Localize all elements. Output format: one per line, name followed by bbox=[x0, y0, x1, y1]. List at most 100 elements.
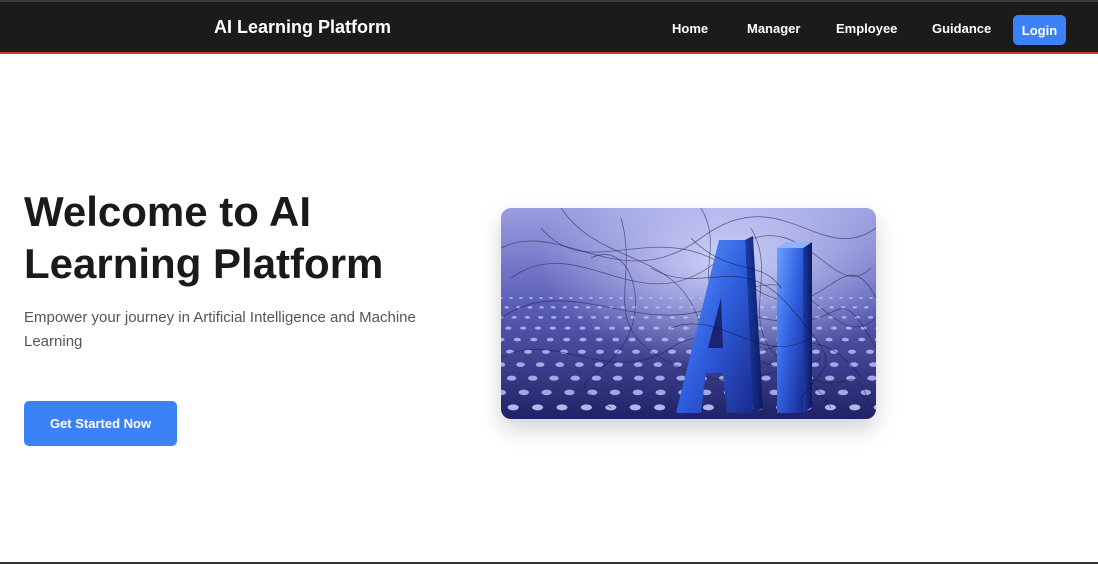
floor-dot bbox=[839, 297, 843, 299]
floor-dot bbox=[575, 362, 584, 367]
nav-link-home[interactable]: Home bbox=[672, 21, 708, 36]
floor-dot bbox=[617, 315, 623, 319]
floor-dot bbox=[816, 326, 823, 330]
floor-dot bbox=[702, 404, 714, 411]
floor-dot bbox=[678, 306, 684, 309]
floor-dot bbox=[634, 375, 644, 381]
floor-dot bbox=[659, 297, 663, 299]
floor-dot bbox=[564, 315, 570, 319]
floor-dot bbox=[530, 337, 538, 342]
ai-hero-image: AI bbox=[501, 208, 876, 419]
floor-dot bbox=[829, 297, 833, 299]
floor-dot bbox=[599, 297, 603, 299]
hero-subtitle: Empower your journey in Artificial Intel… bbox=[24, 309, 416, 350]
floor-dot bbox=[623, 326, 630, 330]
floor-dot bbox=[539, 306, 544, 309]
floor-dot bbox=[638, 326, 645, 330]
floor-dot bbox=[524, 349, 532, 354]
floor-dot bbox=[527, 306, 533, 309]
floor-dot bbox=[849, 297, 853, 299]
floor-dot bbox=[585, 306, 591, 309]
floor-dot bbox=[669, 315, 676, 319]
floor-dot bbox=[829, 362, 839, 367]
floor-dot bbox=[577, 315, 583, 319]
floor-dot bbox=[841, 315, 847, 319]
nav-link-manager[interactable]: Manager bbox=[747, 21, 800, 36]
floor-dot bbox=[841, 337, 849, 342]
floor-dot bbox=[556, 404, 568, 411]
floor-dot bbox=[555, 362, 565, 367]
floor-dot bbox=[594, 362, 604, 367]
floor-dot bbox=[589, 297, 593, 299]
floor-dot bbox=[643, 315, 649, 319]
nav-link-guidance[interactable]: Guidance bbox=[932, 21, 991, 36]
floor-dot bbox=[864, 306, 869, 309]
floor-dot bbox=[541, 389, 552, 396]
brand-title[interactable]: AI Learning Platform bbox=[214, 17, 391, 38]
hero-title: Welcome to AI Learning Platform bbox=[24, 188, 384, 287]
floor-dot bbox=[649, 297, 653, 299]
floor-dot bbox=[532, 404, 544, 411]
floor-dot bbox=[869, 297, 873, 299]
floor-dot bbox=[840, 306, 846, 309]
floor-dot bbox=[546, 337, 554, 342]
get-started-button[interactable]: Get Started Now bbox=[24, 401, 177, 446]
floor-dot bbox=[509, 297, 513, 299]
floor-dot bbox=[537, 315, 544, 319]
floor-dot bbox=[620, 306, 626, 309]
nav-link-employee[interactable]: Employee bbox=[836, 21, 897, 36]
floor-dot bbox=[614, 362, 623, 367]
floor-dot bbox=[643, 306, 649, 309]
floor-dot bbox=[594, 326, 601, 330]
floor-dot bbox=[603, 315, 610, 319]
floor-dot bbox=[550, 306, 556, 309]
floor-dot bbox=[609, 297, 613, 299]
floor-dot bbox=[867, 315, 874, 319]
floor-dot bbox=[845, 326, 852, 330]
floor-dot bbox=[570, 375, 580, 381]
floor-dot bbox=[639, 297, 643, 299]
floor-dot bbox=[629, 404, 641, 411]
floor-dot bbox=[597, 306, 602, 309]
floor-dot bbox=[591, 375, 602, 381]
floor-dot bbox=[596, 349, 604, 354]
floor-dot bbox=[564, 326, 571, 330]
floor-dot bbox=[549, 326, 556, 330]
floor-dot bbox=[579, 337, 587, 342]
floor-dot bbox=[519, 297, 523, 299]
floor-dot bbox=[563, 337, 571, 342]
floor-dot bbox=[520, 326, 527, 330]
floor-dot bbox=[516, 362, 525, 367]
floor-dot bbox=[511, 315, 517, 319]
floor-dot bbox=[578, 349, 586, 354]
top-navbar: AI Learning Platform Home Manager Employ… bbox=[0, 0, 1098, 54]
floor-dot bbox=[579, 326, 586, 330]
floor-dot bbox=[539, 297, 543, 299]
floor-dot bbox=[608, 326, 616, 330]
floor-dot bbox=[812, 349, 820, 354]
floor-dot bbox=[609, 389, 621, 396]
floor-dot bbox=[633, 362, 643, 367]
floor-dot bbox=[679, 297, 683, 299]
floor-dot bbox=[655, 389, 666, 396]
floor-dot bbox=[661, 337, 669, 342]
floor-dot bbox=[559, 297, 563, 299]
floor-dot bbox=[683, 315, 689, 319]
floor-dot bbox=[668, 349, 676, 354]
floor-dot bbox=[859, 297, 863, 299]
floor-dot bbox=[569, 297, 573, 299]
floor-dot bbox=[771, 326, 778, 330]
floor-dot bbox=[551, 315, 557, 319]
floor-dot bbox=[529, 297, 533, 299]
floor-dot bbox=[655, 306, 660, 309]
floor-dot bbox=[506, 375, 517, 381]
floor-dot bbox=[562, 306, 568, 309]
floor-dot bbox=[632, 306, 637, 309]
floor-dot bbox=[759, 306, 765, 309]
floor-dot bbox=[507, 404, 519, 411]
floor-dot bbox=[669, 297, 673, 299]
floor-dot bbox=[825, 337, 833, 342]
login-button[interactable]: Login bbox=[1013, 15, 1066, 45]
floor-dot bbox=[653, 362, 663, 367]
floor-dot bbox=[549, 297, 553, 299]
